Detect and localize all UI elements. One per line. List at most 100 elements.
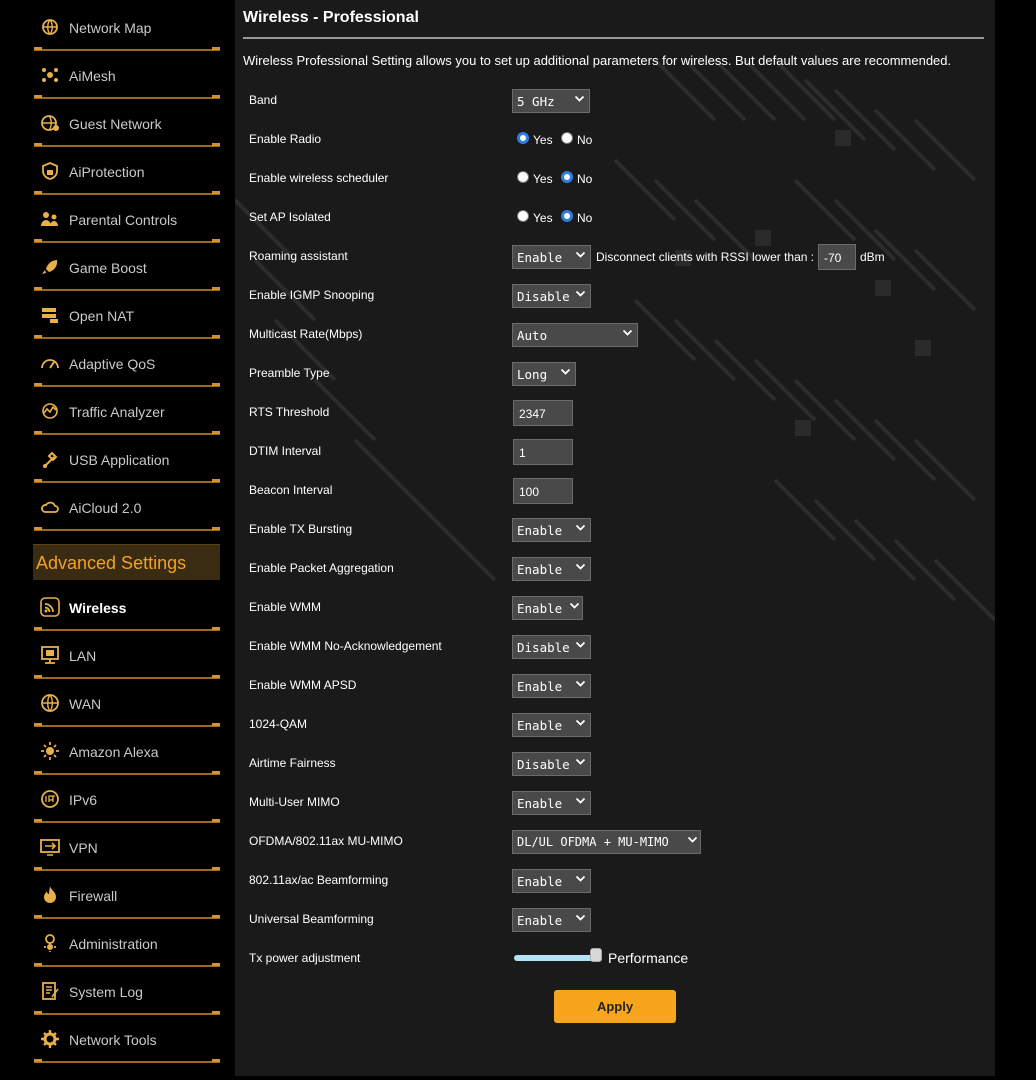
packet-aggregation-value: Enable [517,562,563,577]
chevron-down-icon [575,875,586,882]
apply-button[interactable]: Apply [554,990,676,1023]
preamble-select[interactable]: Long [512,362,576,386]
sidebar-item-label: Adaptive QoS [69,356,156,372]
wireless-icon [40,597,60,617]
chevron-down-icon [575,251,586,258]
sidebar-item-label: Firewall [69,888,118,904]
sidebar-item-label: AiProtection [69,164,145,180]
packet-aggregation-select[interactable]: Enable [512,557,591,581]
sidebar-item-administration[interactable]: Administration [34,919,220,967]
band-select[interactable]: 5 GHz [512,89,590,113]
sidebar-item-label: Network Tools [69,1032,157,1048]
gauge-icon [41,359,59,369]
sidebar-item-label: Open NAT [69,308,135,324]
sidebar-item-label: Wireless [69,600,127,616]
ap-isolated-yes[interactable] [517,210,529,222]
rts-label: RTS Threshold [249,405,330,419]
wmm-label: Enable WMM [249,600,322,614]
chevron-down-icon [687,836,698,843]
universal-beamforming-label: Universal Beamforming [249,912,374,926]
beamforming-select[interactable]: Enable [512,869,591,893]
airtime-select[interactable]: Disable [512,752,591,776]
wmm-row: Enable WMM Enable [249,593,979,623]
sidebar-item-network-map[interactable]: Network Map [34,3,220,51]
sidebar-item-network-tools[interactable]: Network Tools [34,1015,220,1063]
roaming-value: Enable [517,250,563,265]
mu-mimo-row: Multi-User MIMO Enable [249,788,979,818]
radio-no-label: No [577,133,593,147]
sidebar-item-guest-network[interactable]: Guest Network [34,99,220,147]
beacon-label: Beacon Interval [249,483,333,497]
ipv6-icon [41,790,59,808]
mu-mimo-select[interactable]: Enable [512,791,591,815]
aimesh-icon [42,68,58,82]
tx-power-label: Tx power adjustment [249,951,361,965]
sidebar-item-adaptive-qos[interactable]: Adaptive QoS [34,339,220,387]
sidebar-item-open-nat[interactable]: Open NAT [34,291,220,339]
igmp-select[interactable]: Disable [512,284,591,308]
administration-icon [44,934,56,952]
rssi-input[interactable]: -70 [818,244,856,270]
universal-beamforming-row: Universal Beamforming Enable [249,905,979,935]
roaming-select[interactable]: Enable [512,245,591,269]
sidebar-item-wan[interactable]: WAN [34,679,220,727]
multicast-select[interactable]: Auto [512,323,638,347]
page-title: Wireless - Professional [243,9,419,26]
enable-radio-label: Enable Radio [249,132,322,146]
wmm-noack-select[interactable]: Disable [512,635,591,659]
sidebar-item-label: AiCloud 2.0 [69,500,142,516]
sidebar-item-aicloud[interactable]: AiCloud 2.0 [34,483,220,531]
sidebar-item-label: IPv6 [69,792,98,808]
beacon-row: Beacon Interval 100 [249,476,979,506]
radio-yes-label: Yes [533,172,553,186]
chevron-down-icon [575,641,586,648]
mu-mimo-value: Enable [517,796,563,811]
airtime-label: Airtime Fairness [249,756,336,770]
usb-icon [43,451,58,468]
network-map-icon [42,19,58,35]
universal-beamforming-select[interactable]: Enable [512,908,591,932]
tx-power-level: Performance [608,950,689,966]
scheduler-no[interactable] [561,171,573,183]
wmm-apsd-select[interactable]: Enable [512,674,591,698]
sidebar-item-game-boost[interactable]: Game Boost [34,243,220,291]
dtim-input[interactable]: 1 [513,439,573,465]
tx-power-slider-handle[interactable] [590,948,602,962]
qam1024-value: Enable [517,718,563,733]
sidebar-item-lan[interactable]: LAN [34,631,220,679]
sidebar-item-traffic-analyzer[interactable]: Traffic Analyzer [34,387,220,435]
tx-power-slider-track[interactable] [514,955,598,961]
ap-isolated-label: Set AP Isolated [249,210,331,224]
rssi-unit: dBm [860,250,885,264]
beacon-input[interactable]: 100 [513,478,573,504]
ofdma-select[interactable]: DL/UL OFDMA + MU-MIMO [512,830,701,854]
sidebar-item-aiprotection[interactable]: AiProtection [34,147,220,195]
sidebar-item-system-log[interactable]: System Log [34,967,220,1015]
wmm-select[interactable]: Enable [512,596,583,620]
packet-aggregation-label: Enable Packet Aggregation [249,561,394,575]
sidebar-item-parental-controls[interactable]: Parental Controls [34,195,220,243]
sidebar-item-aimesh[interactable]: AiMesh [34,51,220,99]
vpn-icon [40,839,60,856]
rts-input[interactable]: 2347 [513,400,573,426]
scheduler-label: Enable wireless scheduler [249,171,389,185]
sidebar-item-amazon-alexa[interactable]: Amazon Alexa [34,727,220,775]
chevron-down-icon [575,524,586,531]
universal-beamforming-value: Enable [517,913,563,928]
enable-radio-no[interactable] [561,132,573,144]
tx-bursting-select[interactable]: Enable [512,518,591,542]
sidebar-item-label: LAN [69,648,97,664]
scheduler-yes[interactable] [517,171,529,183]
enable-radio-yes[interactable] [517,132,529,144]
sidebar-item-firewall[interactable]: Firewall [34,871,220,919]
system-log-icon [42,982,59,1000]
sidebar-item-ipv6[interactable]: IPv6 [34,775,220,823]
qam1024-select[interactable]: Enable [512,713,591,737]
sidebar-item-wireless[interactable]: Wireless [34,583,220,631]
ap-isolated-no[interactable] [561,210,573,222]
sidebar-item-vpn[interactable]: VPN [34,823,220,871]
scheduler-row: Enable wireless scheduler Yes No [249,164,979,194]
page-description: Wireless Professional Setting allows you… [243,53,952,68]
sidebar-item-usb-application[interactable]: USB Application [34,435,220,483]
roaming-label: Roaming assistant [249,249,348,263]
